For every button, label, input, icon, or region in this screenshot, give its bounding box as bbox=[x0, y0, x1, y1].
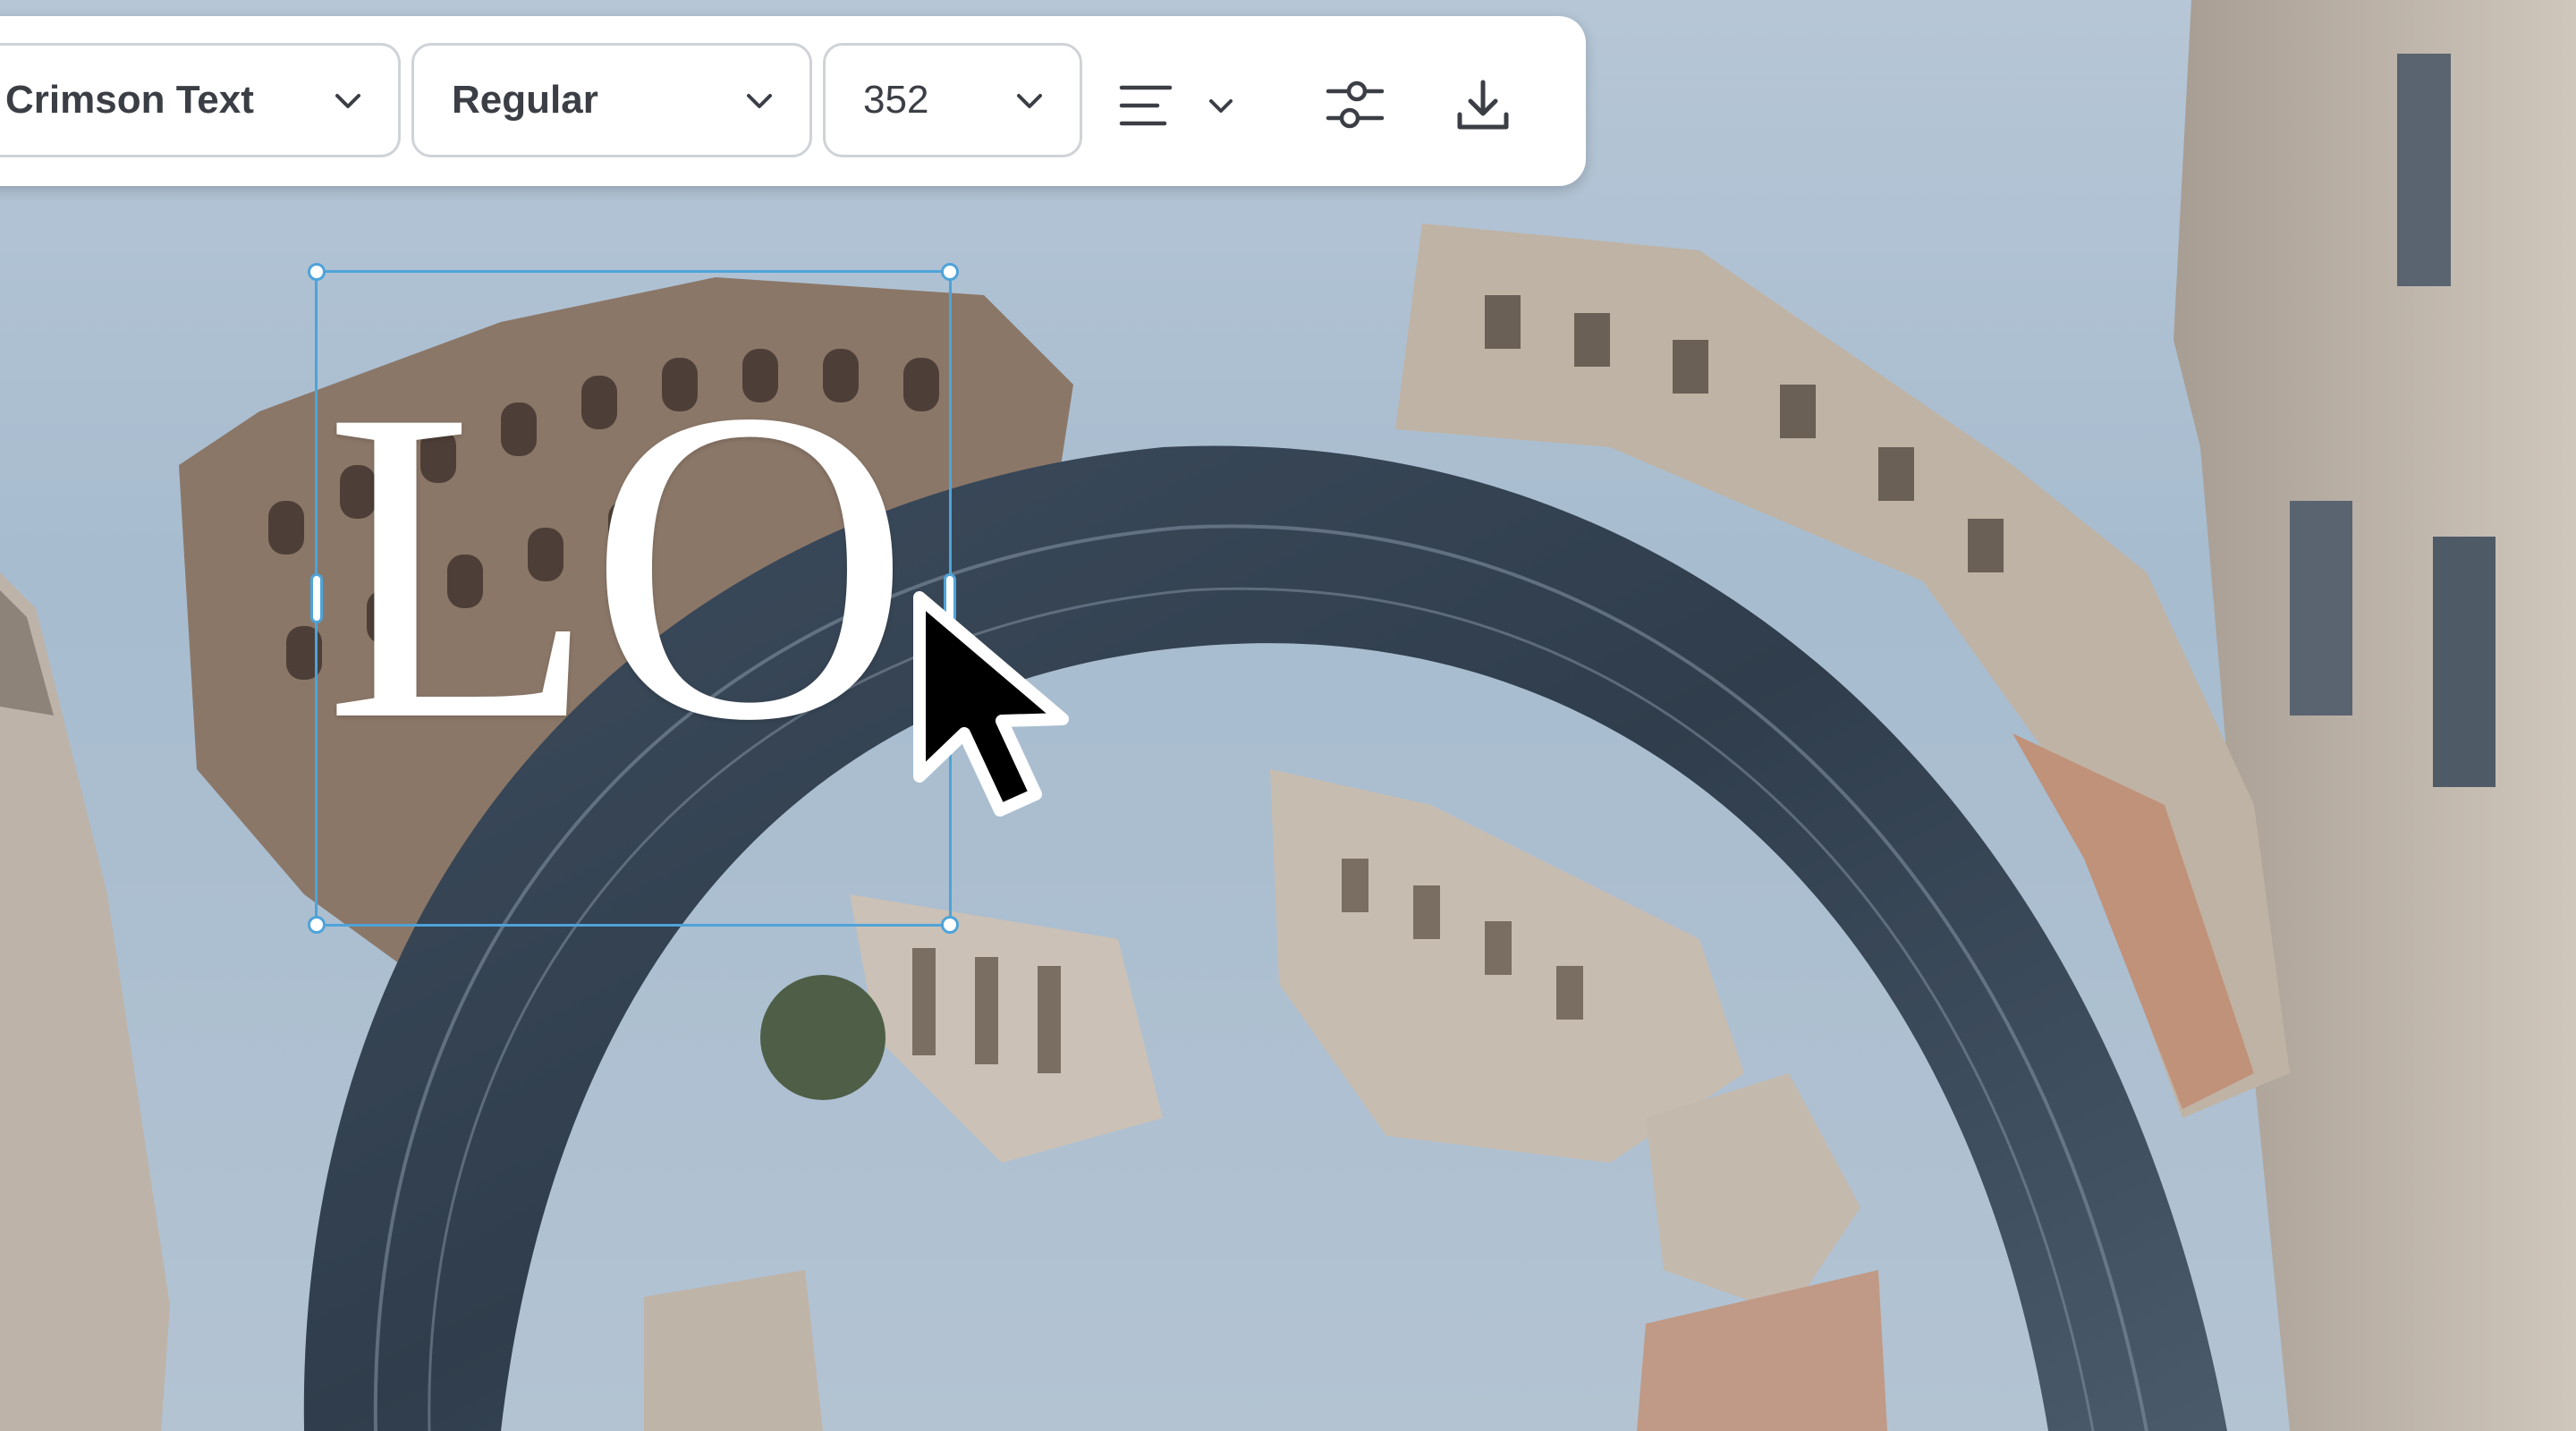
align-left-icon bbox=[1119, 85, 1173, 126]
font-weight-value: Regular bbox=[452, 78, 598, 122]
resize-handle-left[interactable] bbox=[310, 573, 323, 623]
resize-handle-top-left[interactable] bbox=[308, 263, 326, 281]
chevron-down-icon bbox=[335, 94, 360, 108]
download-button[interactable] bbox=[1447, 70, 1519, 141]
mouse-cursor-icon bbox=[913, 591, 1069, 817]
chevron-down-icon bbox=[747, 94, 772, 108]
resize-handle-top-right[interactable] bbox=[941, 263, 959, 281]
adjustments-button[interactable] bbox=[1319, 70, 1391, 141]
chevron-down-icon bbox=[1209, 99, 1233, 113]
sliders-icon bbox=[1326, 80, 1385, 129]
selection-box[interactable] bbox=[308, 263, 959, 934]
chevron-down-icon bbox=[1017, 94, 1042, 108]
text-toolbar: Crimson Text Regular 352 bbox=[0, 16, 1586, 186]
align-button[interactable] bbox=[1111, 70, 1182, 141]
font-weight-dropdown[interactable]: Regular bbox=[411, 43, 812, 157]
font-size-value: 352 bbox=[863, 78, 929, 122]
tree bbox=[760, 975, 886, 1100]
resize-handle-bottom-right[interactable] bbox=[941, 916, 959, 934]
resize-handle-bottom-left[interactable] bbox=[308, 916, 326, 934]
font-size-dropdown[interactable]: 352 bbox=[823, 43, 1082, 157]
building-right bbox=[2174, 0, 2576, 1431]
align-dropdown-button[interactable] bbox=[1199, 70, 1243, 141]
font-family-dropdown[interactable]: Crimson Text bbox=[0, 43, 401, 157]
download-icon bbox=[1457, 80, 1509, 130]
font-family-value: Crimson Text bbox=[5, 78, 254, 122]
